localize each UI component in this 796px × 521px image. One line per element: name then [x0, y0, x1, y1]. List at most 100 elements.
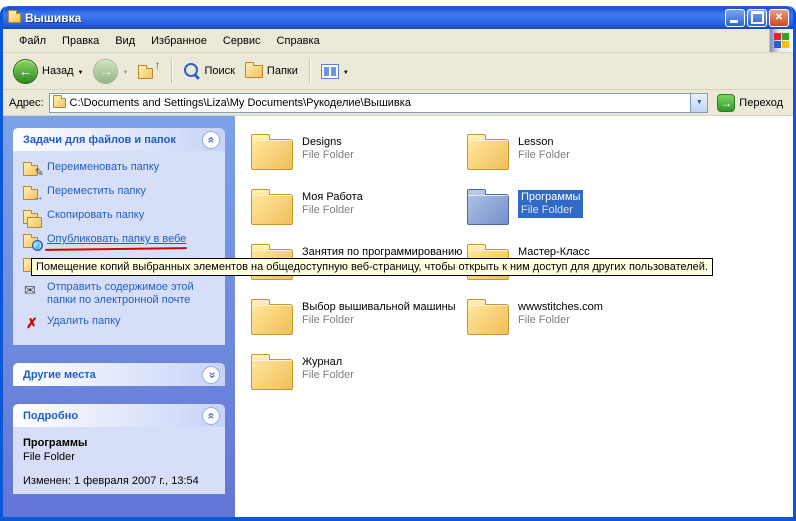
- windows-logo-icon: [769, 29, 793, 52]
- menu-favorites[interactable]: Избранное: [143, 32, 215, 50]
- window-title: Вышивка: [25, 11, 721, 25]
- folder-icon: [251, 359, 293, 390]
- close-button[interactable]: [769, 9, 789, 27]
- go-arrow-icon: [717, 94, 735, 112]
- details-body: Программы File Folder Изменен: 1 февраля…: [13, 427, 225, 494]
- task-email-folder[interactable]: Отправить содержимое этой папки по элект…: [23, 281, 219, 307]
- folder-icon: [467, 139, 509, 170]
- toolbar-separator: [171, 58, 172, 84]
- address-value: C:\Documents and Settings\Liza\My Docume…: [70, 97, 687, 109]
- toolbar: Назад Поиск Папки: [3, 53, 793, 90]
- file-type: File Folder: [302, 369, 354, 382]
- chevron-up-icon[interactable]: [202, 131, 220, 149]
- back-dropdown-icon[interactable]: [78, 65, 84, 77]
- folders-icon: [245, 65, 263, 78]
- address-label: Адрес:: [9, 97, 44, 109]
- rename-folder-icon: [23, 161, 41, 177]
- file-name: Выбор вышивальной машины: [302, 301, 456, 314]
- file-name: Журнал: [302, 356, 354, 369]
- tooltip: Помещение копий выбранных элементов на о…: [31, 258, 713, 276]
- back-label: Назад: [42, 65, 74, 77]
- menu-file[interactable]: Файл: [11, 32, 54, 50]
- menu-help[interactable]: Справка: [269, 32, 328, 50]
- file-type: File Folder: [518, 149, 570, 162]
- file-folder-tasks-header[interactable]: Задачи для файлов и папок: [13, 128, 225, 151]
- back-button[interactable]: Назад: [9, 57, 87, 86]
- file-name: Программы: [521, 191, 580, 204]
- search-icon: [183, 63, 200, 80]
- file-folder-tasks-section: Задачи для файлов и папок Переименовать …: [13, 128, 225, 345]
- up-button[interactable]: [134, 59, 164, 83]
- file-type: File Folder: [518, 314, 603, 327]
- file-tile-lesson[interactable]: LessonFile Folder: [467, 130, 679, 185]
- folder-icon: [251, 194, 293, 225]
- task-move-folder[interactable]: Переместить папку: [23, 185, 219, 201]
- task-label: Отправить содержимое этой папки по элект…: [47, 281, 219, 307]
- forward-dropdown-icon: [122, 65, 128, 77]
- forward-button[interactable]: [89, 57, 132, 86]
- address-folder-icon: [53, 98, 66, 108]
- search-button[interactable]: Поиск: [179, 61, 238, 82]
- back-arrow-icon: [13, 59, 38, 84]
- file-name: Designs: [302, 136, 354, 149]
- email-icon: [23, 281, 41, 297]
- file-type: File Folder: [302, 204, 363, 217]
- minimize-button[interactable]: [725, 9, 745, 27]
- details-file-name: Программы: [23, 437, 219, 449]
- forward-arrow-icon: [93, 59, 118, 84]
- folders-button[interactable]: Папки: [241, 63, 302, 80]
- chevron-up-icon[interactable]: [202, 407, 220, 425]
- menu-tools[interactable]: Сервис: [215, 32, 269, 50]
- explorer-window: Вышивка Файл Правка Вид Избранное Сервис…: [0, 6, 796, 521]
- file-list-area[interactable]: DesignsFile Folder LessonFile Folder Моя…: [235, 116, 793, 517]
- folders-label: Папки: [267, 65, 298, 77]
- other-places-header[interactable]: Другие места: [13, 363, 225, 386]
- file-tile-designs[interactable]: DesignsFile Folder: [251, 130, 463, 185]
- task-label: Опубликовать папку в вебе: [47, 233, 186, 246]
- file-tile-moya-rabota[interactable]: Моя РаботаFile Folder: [251, 185, 463, 240]
- task-label: Переместить папку: [47, 185, 146, 198]
- folder-icon-selected: [467, 194, 509, 225]
- file-tile-programmy-selected[interactable]: ПрограммыFile Folder: [467, 185, 679, 240]
- file-folder-tasks-body: Переименовать папку Переместить папку Ск…: [13, 151, 225, 345]
- copy-folder-icon: [23, 209, 41, 225]
- titlebar-buttons: [725, 9, 789, 27]
- address-bar: Адрес: C:\Documents and Settings\Liza\My…: [3, 90, 793, 116]
- details-header[interactable]: Подробно: [13, 404, 225, 427]
- details-modified: Изменен: 1 февраля 2007 г., 13:54: [23, 475, 213, 488]
- task-label: Переименовать папку: [47, 161, 159, 174]
- go-button[interactable]: Переход: [713, 94, 787, 112]
- content-area: Задачи для файлов и папок Переименовать …: [3, 116, 793, 517]
- task-delete-folder[interactable]: Удалить папку: [23, 315, 219, 331]
- address-input[interactable]: C:\Documents and Settings\Liza\My Docume…: [49, 93, 709, 113]
- folder-icon: [467, 304, 509, 335]
- file-name: Моя Работа: [302, 191, 363, 204]
- task-publish-folder-web[interactable]: Опубликовать папку в вебе: [23, 233, 219, 249]
- red-underline-annotation: [45, 247, 187, 251]
- file-tile-wwwstitches[interactable]: wwwstitches.comFile Folder: [467, 295, 679, 350]
- details-title: Подробно: [23, 410, 78, 422]
- menu-view[interactable]: Вид: [107, 32, 143, 50]
- folder-icon: [251, 139, 293, 170]
- publish-web-icon: [23, 233, 41, 249]
- maximize-button[interactable]: [747, 9, 767, 27]
- views-button[interactable]: [317, 62, 353, 81]
- go-label: Переход: [739, 97, 783, 109]
- file-type: File Folder: [302, 149, 354, 162]
- task-label: Скопировать папку: [47, 209, 144, 222]
- views-dropdown-icon[interactable]: [343, 65, 349, 77]
- task-rename-folder[interactable]: Переименовать папку: [23, 161, 219, 177]
- file-type: File Folder: [521, 204, 580, 217]
- address-dropdown-button[interactable]: [690, 94, 707, 112]
- file-tile-vybor-mashiny[interactable]: Выбор вышивальной машиныFile Folder: [251, 295, 463, 350]
- file-tile-zhurnal[interactable]: ЖурналFile Folder: [251, 350, 463, 405]
- menu-edit[interactable]: Правка: [54, 32, 107, 50]
- folder-icon: [251, 304, 293, 335]
- move-folder-icon: [23, 185, 41, 201]
- toolbar-separator: [309, 58, 310, 84]
- task-pane: Задачи для файлов и папок Переименовать …: [3, 116, 235, 517]
- chevron-down-icon[interactable]: [202, 366, 220, 384]
- task-copy-folder[interactable]: Скопировать папку: [23, 209, 219, 225]
- file-name: wwwstitches.com: [518, 301, 603, 314]
- titlebar[interactable]: Вышивка: [3, 6, 793, 29]
